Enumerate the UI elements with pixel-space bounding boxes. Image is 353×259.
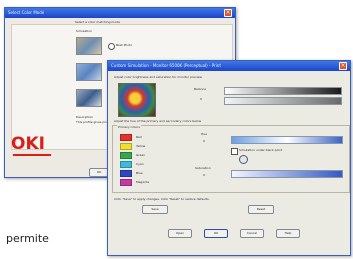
- thumbnail-graphics: [76, 89, 102, 107]
- title-bar: Custom Simulation - Monitor 6500K (Perce…: [108, 61, 350, 71]
- balance-gradient-bar[interactable]: [224, 87, 342, 95]
- custom-simulation-dialog: Custom Simulation - Monitor 6500K (Perce…: [107, 60, 351, 256]
- description-heading: Description: [76, 115, 94, 119]
- close-icon[interactable]: ×: [224, 9, 232, 17]
- hue-slider[interactable]: [231, 136, 343, 144]
- green-swatch: [120, 151, 132, 159]
- window-title: Select Color Mode: [8, 10, 45, 15]
- color-row-yellow[interactable]: Yellow: [120, 142, 146, 150]
- color-name: Green: [136, 153, 146, 157]
- color-name: Blue: [136, 171, 143, 175]
- saturation-slider[interactable]: [231, 170, 343, 178]
- hue-value: 0: [203, 139, 205, 143]
- title-bar: Select Color Mode ×: [5, 8, 235, 18]
- primary-colors-group: Primary Colors Red Yellow Green Cyan Blu…: [112, 125, 350, 193]
- checkbox-label: Simulation under black point: [239, 148, 283, 152]
- ok-button[interactable]: OK: [89, 168, 109, 177]
- close-icon[interactable]: ×: [339, 62, 347, 70]
- save-button[interactable]: Save: [142, 205, 168, 214]
- balance-value: 0: [200, 97, 202, 101]
- color-row-blue[interactable]: Blue: [120, 169, 143, 177]
- intro-text: Adjust color brightness and saturation f…: [114, 75, 202, 79]
- saturation-label: Saturation: [195, 166, 211, 170]
- color-preview-image: [118, 83, 156, 117]
- simulation-checkbox[interactable]: [231, 148, 238, 155]
- color-name: Cyan: [136, 162, 144, 166]
- thumbnail-vivid: [76, 63, 102, 81]
- reset-button[interactable]: Reset: [248, 205, 274, 214]
- color-row-green[interactable]: Green: [120, 151, 146, 159]
- adjust-intro: Adjust the hue of the primary and second…: [114, 119, 202, 123]
- knob-icon[interactable]: [239, 155, 248, 164]
- red-swatch: [120, 133, 132, 141]
- dialog-title: Custom Simulation - Monitor 6500K (Perce…: [111, 63, 221, 68]
- color-name: Yellow: [136, 144, 146, 148]
- color-row-magenta[interactable]: Magenta: [120, 178, 150, 186]
- caption-text: permite: [6, 232, 49, 245]
- balance-slider[interactable]: [224, 97, 342, 105]
- balance-label: Balance: [194, 87, 206, 91]
- group-label: Primary Colors: [117, 125, 141, 129]
- cyan-swatch: [120, 160, 132, 168]
- help-button[interactable]: Help: [276, 229, 300, 238]
- saturation-value: 0: [203, 173, 205, 177]
- color-row-cyan[interactable]: Cyan: [120, 160, 144, 168]
- radio-label: Best Photo: [116, 43, 133, 47]
- open-button[interactable]: Open: [168, 229, 192, 238]
- footer-note: Click "Save" to apply changes. Click "Re…: [114, 197, 210, 201]
- cancel-button[interactable]: Cancel: [240, 229, 264, 238]
- blue-swatch: [120, 169, 132, 177]
- oki-logo: OKI: [11, 134, 45, 154]
- yellow-swatch: [120, 142, 132, 150]
- hue-label: Hue: [201, 132, 208, 136]
- color-name: Magenta: [136, 180, 150, 184]
- ok-button[interactable]: OK: [204, 229, 228, 238]
- magenta-swatch: [120, 178, 132, 186]
- radio-best-photo[interactable]: [108, 43, 115, 50]
- color-row-red[interactable]: Red: [120, 133, 142, 141]
- color-name: Red: [136, 135, 142, 139]
- thumbnail-photo: [76, 37, 102, 55]
- logo-underline: [13, 154, 51, 156]
- section-label: Simulation: [76, 29, 92, 33]
